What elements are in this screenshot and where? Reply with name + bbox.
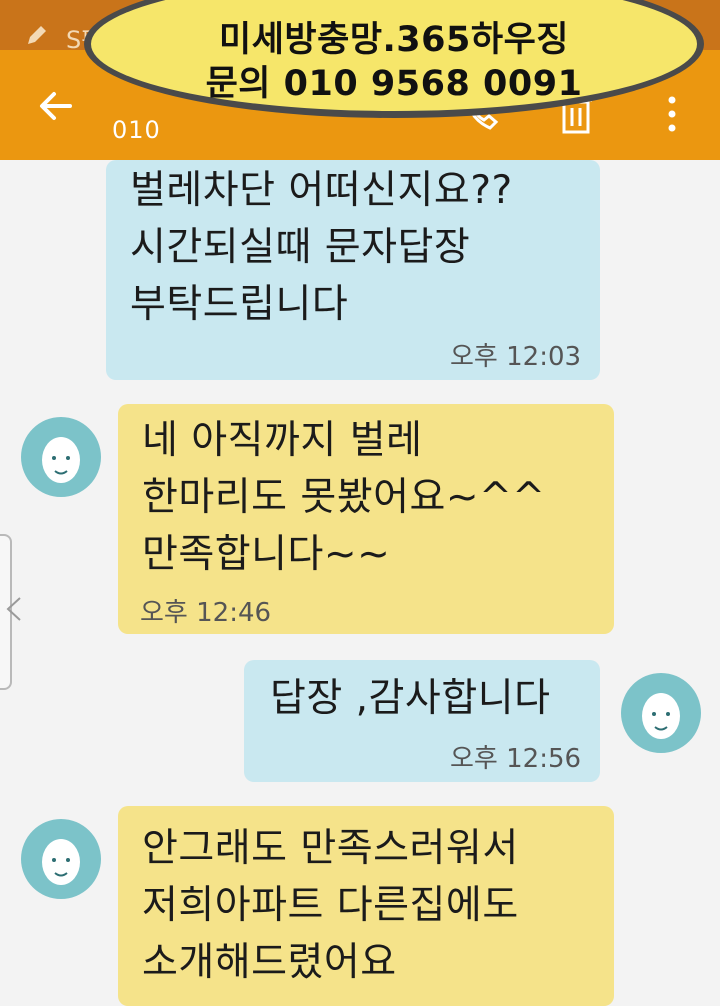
message-line: 한마리도 못봤어요~^^	[142, 475, 546, 520]
message-time: 오후 12:03	[450, 342, 582, 372]
message-text: 안그래도 만족스러워서 저희아파트 다른집에도 소개해드렸어요	[142, 820, 519, 991]
message-line: 답장 ,감사합니다	[270, 676, 551, 721]
avatar-icon[interactable]	[20, 818, 102, 900]
message-line: 저희아파트 다른집에도	[142, 883, 519, 928]
avatar-icon[interactable]	[620, 672, 702, 754]
chevron-left-icon	[6, 597, 21, 621]
watermark-line2: 문의 010 9568 0091	[205, 64, 583, 104]
back-arrow-icon[interactable]	[34, 84, 78, 128]
pen-icon	[28, 26, 46, 44]
watermark-text: 미세방충망.365하우징 문의 010 9568 0091	[84, 18, 704, 106]
message-line: 만족합니다~~	[142, 532, 391, 577]
message-line: 안그래도 만족스러워서	[142, 826, 519, 871]
message-text: 벌레차단 어떠신지요?? 시간되실때 문자답장 부탁드립니다	[130, 162, 513, 333]
message-time: 오후 12:56	[450, 744, 582, 774]
message-text: 답장 ,감사합니다	[270, 670, 550, 727]
message-line: 벌레차단 어떠신지요??	[130, 168, 513, 213]
message-line: 네 아직까지 벌레	[142, 418, 423, 463]
message-line: 부탁드립니다	[130, 282, 349, 327]
message-text: 네 아직까지 벌레 한마리도 못봤어요~^^ 만족합니다~~	[142, 412, 545, 583]
watermark-line1: 미세방충망.365하우징	[219, 20, 569, 60]
avatar-icon[interactable]	[20, 416, 102, 498]
contact-number: 010	[112, 116, 161, 144]
message-line: 소개해드렸어요	[142, 940, 397, 985]
message-time: 오후 12:46	[140, 598, 272, 628]
message-line: 시간되실때 문자답장	[130, 225, 471, 270]
